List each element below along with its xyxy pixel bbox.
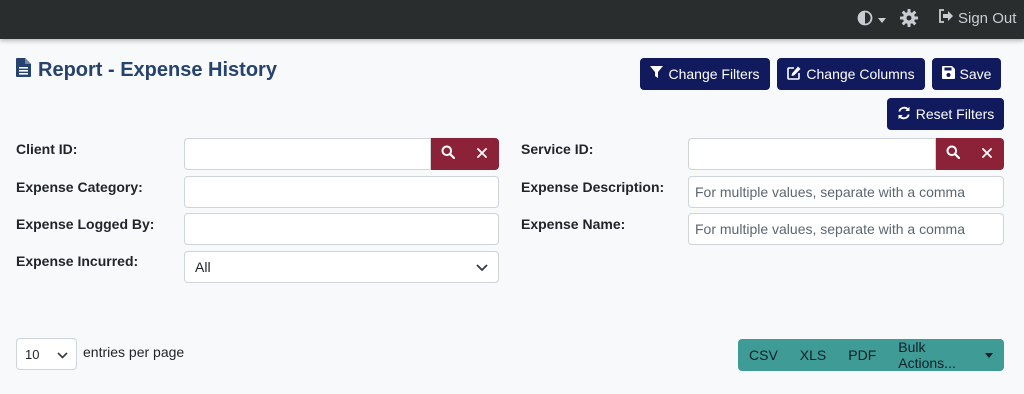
bulk-actions-label: Bulk Actions... — [898, 339, 956, 371]
expense-description-label: Expense Description: — [521, 179, 665, 195]
expense-incurred-selected: All — [195, 259, 211, 275]
close-icon — [477, 145, 487, 163]
change-columns-button[interactable]: Change Columns — [777, 58, 925, 90]
gear-icon[interactable] — [899, 8, 919, 33]
service-id-search-button[interactable] — [936, 138, 970, 170]
chevron-down-icon — [878, 18, 886, 23]
refresh-icon — [897, 106, 916, 123]
sign-out-link[interactable]: Sign Out — [938, 9, 1016, 27]
filter-icon — [650, 66, 668, 82]
chevron-down-icon — [57, 347, 68, 362]
client-id-input[interactable] — [184, 138, 431, 170]
search-icon — [441, 145, 456, 164]
save-label: Save — [959, 66, 992, 82]
bulk-actions-button[interactable]: Bulk Actions... — [887, 339, 1004, 371]
csv-button[interactable]: CSV — [738, 339, 789, 371]
save-button[interactable]: Save — [932, 58, 1001, 90]
expense-logged-by-label: Expense Logged By: — [16, 216, 155, 232]
service-id-label: Service ID: — [521, 141, 594, 157]
entries-per-page-label: entries per page — [83, 344, 185, 360]
expense-category-label: Expense Category: — [16, 179, 143, 195]
search-icon — [946, 145, 961, 164]
change-filters-label: Change Filters — [668, 66, 760, 82]
service-id-clear-button[interactable] — [970, 138, 1004, 170]
floppy-disk-icon — [941, 66, 960, 82]
expense-category-input[interactable] — [184, 176, 499, 208]
change-columns-label: Change Columns — [806, 66, 915, 82]
page-size-value: 10 — [25, 346, 40, 362]
caret-down-icon — [985, 352, 993, 358]
theme-toggle[interactable] — [857, 10, 886, 31]
expense-incurred-select[interactable]: All — [184, 251, 499, 283]
contrast-icon — [857, 10, 873, 31]
expense-description-input[interactable]: For multiple values, separate with a com… — [688, 176, 1004, 208]
pdf-button[interactable]: PDF — [837, 339, 887, 371]
top-navbar: Sign Out — [0, 0, 1024, 39]
expense-name-input[interactable]: For multiple values, separate with a com… — [688, 213, 1004, 245]
close-icon — [982, 145, 992, 163]
client-id-clear-button[interactable] — [465, 138, 499, 170]
chevron-down-icon — [476, 259, 488, 275]
page-title: Report - Expense History — [16, 58, 277, 83]
edit-icon — [787, 66, 806, 83]
service-id-input[interactable] — [688, 138, 936, 170]
export-button-group: CSV XLS PDF Bulk Actions... — [738, 339, 1004, 371]
reset-filters-button[interactable]: Reset Filters — [887, 98, 1004, 130]
expense-incurred-label: Expense Incurred: — [16, 253, 139, 269]
page-title-text: Report - Expense History — [38, 59, 277, 81]
xls-button[interactable]: XLS — [789, 339, 837, 371]
sign-out-label: Sign Out — [958, 9, 1017, 27]
reset-filters-label: Reset Filters — [915, 106, 995, 122]
page-size-select[interactable]: 10 — [16, 338, 77, 370]
file-icon — [16, 58, 38, 83]
client-id-search-button[interactable] — [431, 138, 465, 170]
expense-logged-by-input[interactable] — [184, 213, 499, 245]
change-filters-button[interactable]: Change Filters — [640, 58, 770, 90]
sign-out-icon — [938, 9, 958, 27]
client-id-label: Client ID: — [16, 141, 78, 157]
expense-name-label: Expense Name: — [521, 216, 626, 232]
